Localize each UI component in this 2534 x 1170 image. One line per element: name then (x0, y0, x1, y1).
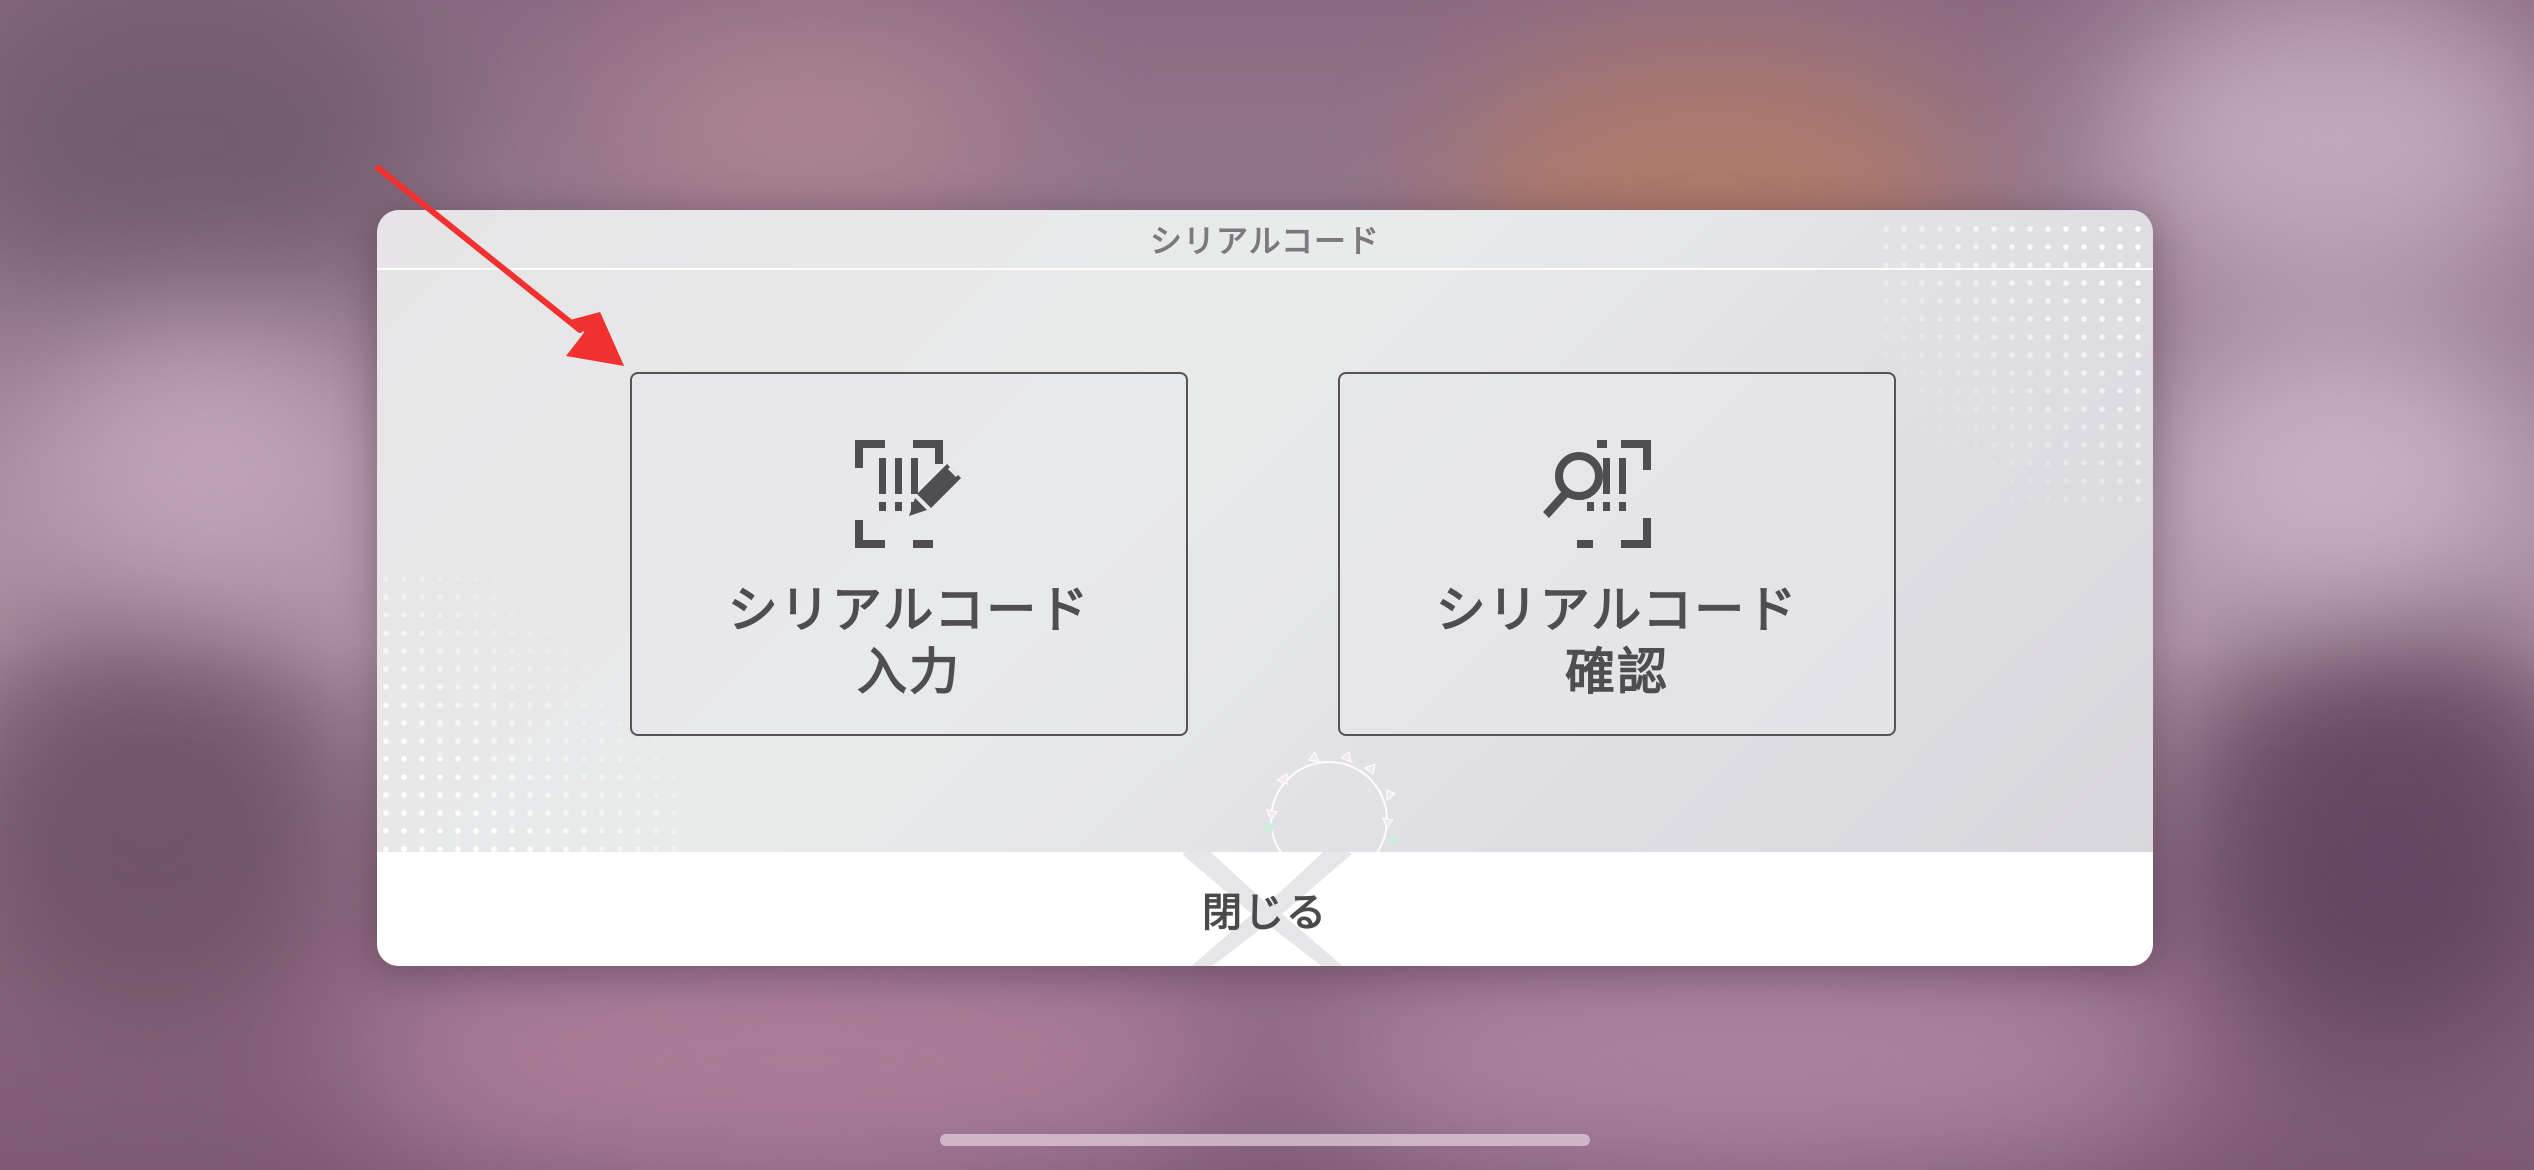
dialog-header: シリアルコード (377, 210, 2153, 270)
close-button[interactable]: 閉じる (377, 852, 2153, 966)
serial-code-edit-icon (855, 440, 961, 548)
close-label: 閉じる (1202, 890, 1328, 936)
option-label: シリアルコード 入力 (727, 581, 1091, 701)
home-indicator (940, 1134, 1590, 1146)
dialog-title: シリアルコード (1149, 222, 1381, 260)
serial-code-input-button[interactable]: シリアルコード 入力 (630, 372, 1188, 736)
loading-sparkle-icon (1261, 750, 1399, 860)
red-arrow-annotation (375, 165, 624, 366)
serial-code-dialog: シリアルコード シリアルコード 入力 シリアルコード 確認 閉じる (377, 210, 2153, 966)
serial-code-confirm-button[interactable]: シリアルコード 確認 (1338, 372, 1896, 736)
option-label: シリアルコード 確認 (1435, 581, 1799, 701)
serial-code-search-icon (1543, 440, 1651, 548)
